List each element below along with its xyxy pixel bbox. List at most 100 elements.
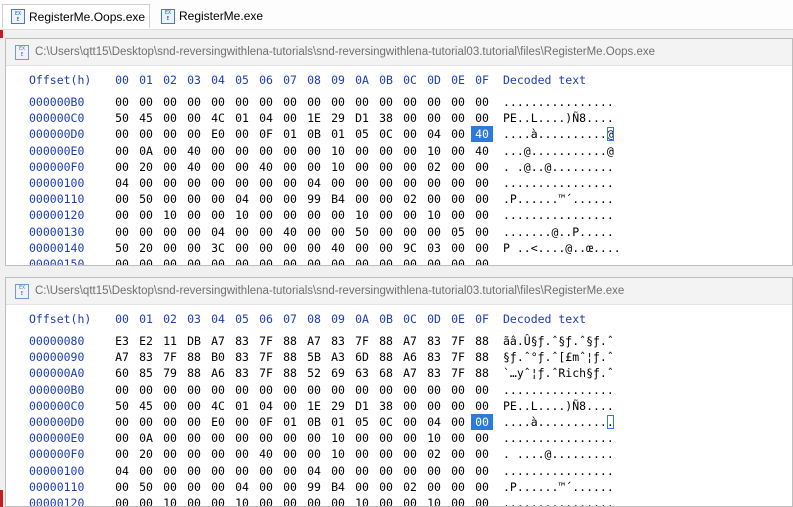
hex-byte[interactable]: 00 [375, 240, 397, 256]
selected-decoded-char[interactable]: @ [606, 127, 614, 142]
hex-byte[interactable]: 7F [159, 349, 181, 365]
hex-byte[interactable]: 4C [207, 398, 229, 414]
hex-byte[interactable]: 00 [375, 446, 397, 462]
hex-byte[interactable]: 00 [303, 430, 325, 446]
hex-byte[interactable]: 04 [303, 175, 325, 191]
decoded-text[interactable]: ................ [503, 463, 614, 479]
hex-byte[interactable]: 00 [399, 382, 421, 398]
hex-byte[interactable]: 7F [351, 333, 373, 349]
hex-byte[interactable]: 88 [471, 333, 493, 349]
hex-byte[interactable]: 00 [231, 224, 253, 240]
hex-byte[interactable]: 00 [375, 94, 397, 110]
hex-byte[interactable]: 88 [183, 349, 205, 365]
hex-byte[interactable]: 10 [423, 430, 445, 446]
hex-byte[interactable]: 5B [303, 349, 325, 365]
hex-byte[interactable]: 50 [351, 224, 373, 240]
selected-decoded-char[interactable]: . [606, 415, 614, 429]
hex-byte[interactable]: 00 [255, 256, 277, 265]
hex-byte[interactable]: 00 [351, 446, 373, 462]
hex-byte[interactable]: 00 [471, 207, 493, 223]
hex-byte[interactable]: 00 [135, 256, 157, 265]
decoded-text[interactable]: P ..<....@..œ.... [503, 240, 621, 256]
hex-row[interactable]: 000000F0 00 20 00 00 00 00 40 00 00 10 00 00 00 02 00 00… [6, 446, 792, 462]
hex-byte[interactable]: 00 [399, 143, 421, 159]
hex-byte[interactable]: 04 [255, 110, 277, 126]
hex-byte[interactable]: 00 [471, 256, 493, 265]
hex-byte[interactable]: 00 [447, 191, 469, 207]
hex-byte[interactable]: 00 [255, 495, 277, 506]
hex-byte[interactable]: A6 [207, 365, 229, 381]
hex-byte[interactable]: 10 [423, 495, 445, 506]
hex-byte[interactable]: 00 [279, 94, 301, 110]
hex-byte[interactable]: 40 [255, 159, 277, 175]
hex-byte[interactable]: 00 [255, 224, 277, 240]
hex-byte[interactable]: 00 [447, 207, 469, 223]
hex-byte[interactable]: 20 [135, 240, 157, 256]
hex-byte[interactable]: 60 [111, 365, 133, 381]
hex-byte[interactable]: 1E [303, 398, 325, 414]
hex-byte[interactable]: 00 [399, 175, 421, 191]
hex-byte[interactable]: 83 [423, 349, 445, 365]
hex-byte[interactable]: 00 [375, 191, 397, 207]
hex-byte[interactable]: 00 [207, 430, 229, 446]
tab-registerme[interactable]: EX E RegisterMe.exe [154, 4, 264, 28]
hex-byte[interactable]: 00 [399, 495, 421, 506]
hex-byte[interactable]: A6 [399, 349, 421, 365]
hex-byte[interactable]: 7F [447, 365, 469, 381]
hex-byte[interactable]: 01 [279, 414, 301, 430]
hex-byte[interactable]: 50 [135, 191, 157, 207]
hex-byte[interactable]: 00 [447, 110, 469, 126]
hex-byte[interactable]: 7F [447, 349, 469, 365]
hex-row[interactable]: 000000E0 00 0A 00 00 00 00 00 00 00 10 00 00 00 10 00 00… [6, 430, 792, 446]
hex-byte[interactable]: 00 [279, 159, 301, 175]
decoded-text[interactable]: §ƒ.ˆ°ƒ.ˆ[£mˆ¦ƒ.ˆ [503, 349, 614, 365]
hex-byte[interactable]: 00 [471, 430, 493, 446]
hex-byte[interactable]: 01 [231, 398, 253, 414]
hex-byte[interactable]: 00 [279, 446, 301, 462]
hex-byte[interactable]: 00 [423, 463, 445, 479]
hex-row[interactable]: 000000B0 00 00 00 00 00 00 00 00 00 00 00 00 00 00 00 00… [6, 94, 792, 110]
hex-byte[interactable]: 00 [375, 175, 397, 191]
hex-byte[interactable]: 79 [159, 365, 181, 381]
decoded-text[interactable]: ãâ.Û§ƒ.ˆ§ƒ.ˆ§ƒ.ˆ [503, 333, 614, 349]
hex-byte[interactable]: 6D [351, 349, 373, 365]
hex-byte[interactable]: 00 [159, 126, 181, 142]
hex-byte[interactable]: 00 [183, 126, 205, 142]
hex-row[interactable]: 00000140 50 20 00 00 3C 00 00 00 00 40 00 00 9C 03 00 00… [6, 240, 792, 256]
hex-byte[interactable]: 88 [375, 349, 397, 365]
hex-byte[interactable]: 40 [279, 224, 301, 240]
hex-byte[interactable]: 50 [111, 240, 133, 256]
hex-byte[interactable]: 00 [375, 143, 397, 159]
hex-byte[interactable]: 10 [327, 446, 349, 462]
selected-hex-byte[interactable]: 40 [471, 126, 493, 143]
hex-byte[interactable]: 00 [135, 224, 157, 240]
hex-byte[interactable]: 00 [375, 430, 397, 446]
hex-byte[interactable]: 00 [351, 143, 373, 159]
hex-byte[interactable]: 4C [207, 110, 229, 126]
hex-byte[interactable]: 00 [135, 207, 157, 223]
hex-byte[interactable]: 00 [231, 94, 253, 110]
hex-byte[interactable]: 83 [231, 365, 253, 381]
hex-byte[interactable]: 00 [399, 463, 421, 479]
hex-byte[interactable]: 05 [351, 414, 373, 430]
hex-byte[interactable]: 00 [399, 110, 421, 126]
hex-byte[interactable]: 00 [351, 256, 373, 265]
hex-byte[interactable]: 00 [231, 256, 253, 265]
hex-byte[interactable]: 04 [231, 191, 253, 207]
hex-byte[interactable]: 00 [207, 256, 229, 265]
hex-row[interactable]: 00000150 00 00 00 00 00 00 00 00 00 00 00 00 00 00 00 00… [6, 256, 792, 265]
hex-byte[interactable]: 00 [135, 126, 157, 142]
hex-byte[interactable]: 00 [423, 94, 445, 110]
hex-byte[interactable]: 00 [351, 430, 373, 446]
hex-byte[interactable]: 00 [183, 175, 205, 191]
hex-byte[interactable]: 00 [255, 94, 277, 110]
hex-byte[interactable]: 10 [327, 143, 349, 159]
hex-byte[interactable]: 99 [303, 479, 325, 495]
hex-row[interactable]: 00000120 00 00 10 00 00 10 00 00 00 00 10 00 00 10 00 00… [6, 207, 792, 223]
hex-byte[interactable]: 00 [183, 463, 205, 479]
hex-byte[interactable]: 63 [351, 365, 373, 381]
hex-byte[interactable]: 00 [471, 224, 493, 240]
hex-byte[interactable]: 00 [375, 463, 397, 479]
hex-byte[interactable]: 00 [399, 398, 421, 414]
hex-byte[interactable]: 00 [231, 126, 253, 142]
